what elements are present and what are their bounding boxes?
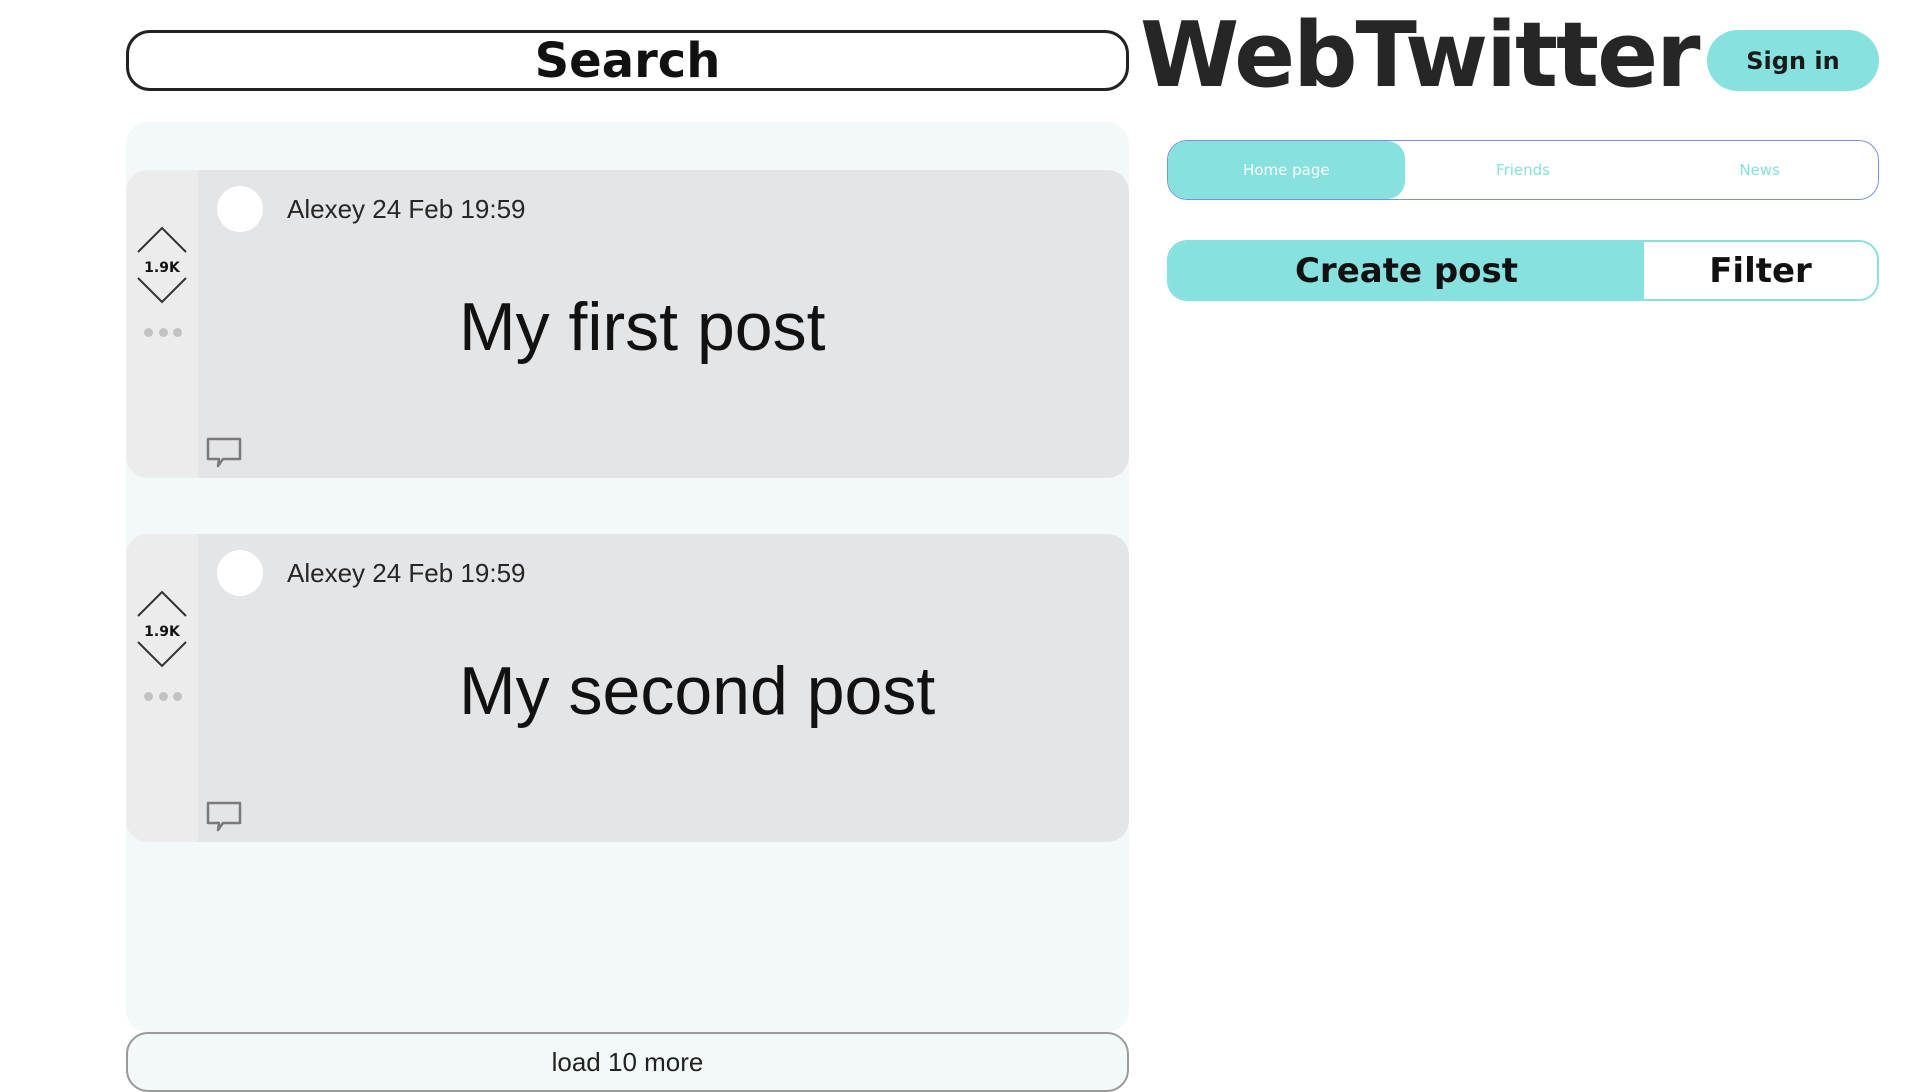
post-body: My second post	[459, 653, 936, 729]
tab-news[interactable]: News	[1641, 141, 1878, 199]
more-dots-icon[interactable]	[144, 690, 182, 702]
comment-icon[interactable]	[205, 436, 243, 470]
post-card: 1.9K Alexey 24 Feb 19:59 My second post	[126, 534, 1129, 842]
tab-home-page[interactable]: Home page	[1168, 141, 1405, 199]
action-bar: Create post Filter	[1167, 240, 1879, 301]
chevron-up-icon[interactable]	[136, 226, 188, 254]
comment-icon[interactable]	[205, 800, 243, 834]
post-meta: Alexey 24 Feb 19:59	[287, 194, 526, 224]
avatar[interactable]	[217, 550, 263, 596]
create-post-button[interactable]: Create post	[1169, 242, 1644, 299]
nav-tabs: Home page Friends News	[1167, 140, 1879, 200]
vote-count: 1.9K	[144, 624, 180, 640]
chevron-down-icon[interactable]	[136, 276, 188, 304]
chevron-down-icon[interactable]	[136, 640, 188, 668]
chevron-up-icon[interactable]	[136, 590, 188, 618]
search-label: Search	[534, 32, 721, 89]
more-dots-icon[interactable]	[144, 326, 182, 338]
vote-column: 1.9K	[126, 170, 198, 478]
post-body: My first post	[459, 289, 826, 365]
vote-column: 1.9K	[126, 534, 198, 842]
post-card: 1.9K Alexey 24 Feb 19:59 My first post	[126, 170, 1129, 478]
app-logo: WebTwitter	[1140, 2, 1700, 108]
tab-friends[interactable]: Friends	[1405, 141, 1642, 199]
post-meta: Alexey 24 Feb 19:59	[287, 558, 526, 588]
avatar[interactable]	[217, 186, 263, 232]
sign-in-button[interactable]: Sign in	[1707, 30, 1879, 91]
search-input[interactable]: Search	[126, 30, 1129, 91]
filter-button[interactable]: Filter	[1644, 242, 1877, 299]
vote-count: 1.9K	[144, 260, 180, 276]
load-more-button[interactable]: load 10 more	[126, 1032, 1129, 1092]
